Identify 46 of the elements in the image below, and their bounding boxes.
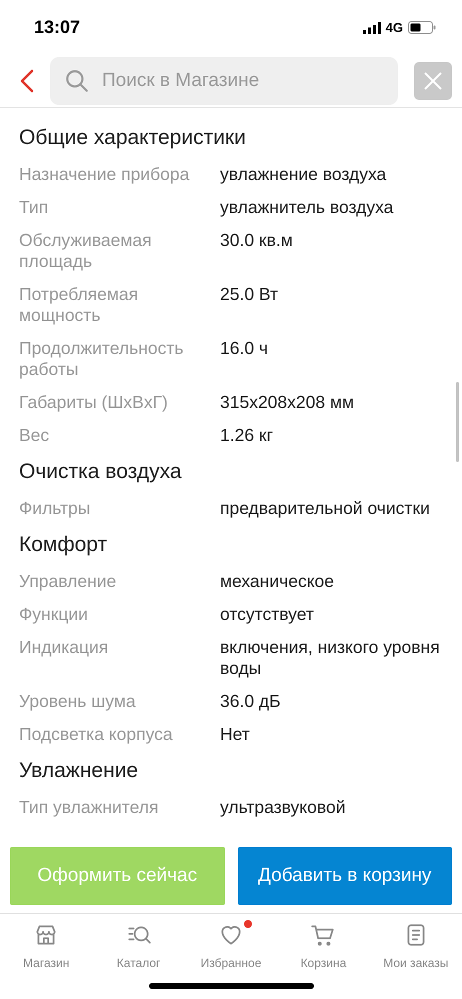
search-icon <box>64 68 90 94</box>
spec-value: 36.0 дБ <box>220 691 282 712</box>
network-type: 4G <box>386 20 403 35</box>
close-icon <box>423 71 443 91</box>
search-field[interactable]: Поиск в Магазине <box>100 69 384 93</box>
spec-value: ультразвуковой <box>220 797 346 818</box>
spec-value: предварительной очистки <box>220 498 431 519</box>
spec-label: Тип <box>19 197 50 218</box>
section-title: Общие характеристики <box>19 125 247 151</box>
back-icon[interactable] <box>20 69 34 93</box>
spec-label: Обслуживаемая площадь <box>19 230 153 272</box>
battery-icon <box>408 21 436 34</box>
spec-label: Фильтры <box>19 498 92 519</box>
spec-value: 30.0 кв.м <box>220 230 294 252</box>
section-title: Очистка воздуха <box>19 459 183 485</box>
spec-value: 25.0 Вт <box>220 284 280 306</box>
spec-value: 315x208x208 мм <box>220 392 356 413</box>
add-to-cart-button[interactable]: Добавить в корзину <box>238 847 452 905</box>
section-title: Комфорт <box>19 532 108 558</box>
tab-bar-item[interactable]: Каталог <box>92 918 185 999</box>
section-title: Увлажнение <box>19 758 140 784</box>
spec-value: 16.0 ч <box>220 338 270 360</box>
spec-label: Уровень шума <box>19 691 137 712</box>
spec-label: Габариты (ШxВxГ) <box>19 392 169 413</box>
spec-value: 1.26 кг <box>220 425 274 446</box>
spec-label: Тип увлажнителя <box>19 797 160 818</box>
spec-value: Нет <box>220 724 251 745</box>
status-time: 13:07 <box>34 17 80 38</box>
spec-label: Подсветка корпуса <box>19 724 174 745</box>
spec-label: Управление <box>19 571 118 592</box>
spec-label: Продолжительность работы <box>19 338 184 380</box>
spec-value: увлажнитель воздуха <box>220 197 394 218</box>
tab-bar-item[interactable]: Мои заказы <box>370 918 462 999</box>
search-bar[interactable]: Поиск в Магазине <box>50 57 398 105</box>
spec-label: Индикация <box>19 637 110 659</box>
spec-label: Вес <box>19 425 50 446</box>
spec-label: Потребляемая мощность <box>19 284 140 326</box>
spec-label: Назначение прибора <box>19 164 190 185</box>
spec-value: механическое <box>220 571 336 592</box>
spec-value: отсутствует <box>220 604 315 625</box>
spec-value: включения, низкого уровня воды <box>220 637 441 679</box>
spec-label: Функции <box>19 604 89 625</box>
spec-value: увлажнение воздуха <box>220 164 388 185</box>
signal-icon <box>362 22 381 34</box>
tab-bar-item[interactable]: Корзина <box>277 918 370 999</box>
tab-bar-item[interactable]: Магазин <box>0 918 92 999</box>
